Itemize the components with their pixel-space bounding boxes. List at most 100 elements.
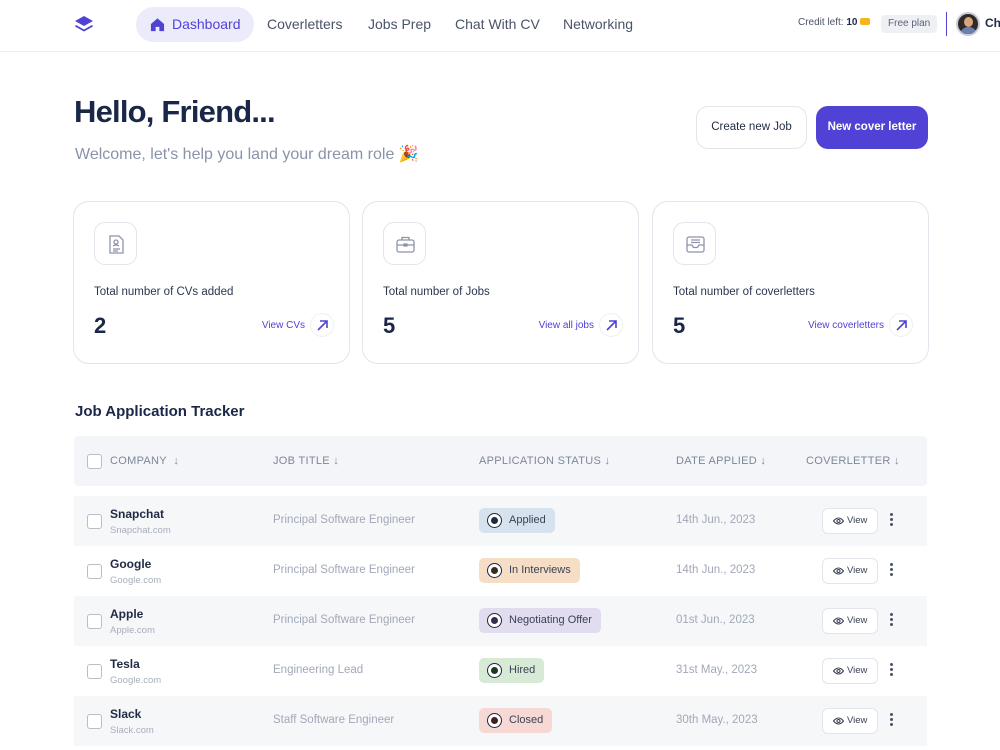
job-title: Principal Software Engineer — [273, 514, 415, 526]
date-applied: 30th May., 2023 — [676, 714, 758, 726]
table-row[interactable]: Google Google.com Principal Software Eng… — [74, 546, 927, 596]
date-applied: 01st Jun., 2023 — [676, 614, 755, 626]
job-title: Principal Software Engineer — [273, 614, 415, 626]
company-name: Google — [110, 557, 152, 571]
status-badge: Hired — [479, 658, 545, 683]
stat-value: 5 — [383, 313, 396, 338]
more-options-icon[interactable] — [886, 661, 896, 681]
table-row[interactable]: Snapchat Snapchat.com Principal Software… — [74, 496, 927, 546]
stat-label: Total number of Jobs — [383, 286, 490, 298]
view-cvs-link[interactable]: View CVs — [262, 320, 305, 331]
status-badge: Closed — [479, 708, 553, 733]
nav-item-chat-with-cv[interactable]: Chat With CV — [455, 7, 540, 42]
more-options-icon[interactable] — [886, 511, 896, 531]
nav-item-networking[interactable]: Networking — [563, 7, 633, 42]
eye-icon — [833, 617, 844, 625]
arrow-up-right-icon[interactable] — [310, 313, 334, 337]
top-navbar: Dashboard Coverletters Jobs Prep Chat Wi… — [0, 0, 1000, 52]
stat-card-jobs: Total number of Jobs 5 View all jobs — [362, 201, 639, 364]
page-title: Hello, Friend... — [74, 94, 276, 129]
credit-value: 10 — [846, 17, 858, 28]
create-new-job-button[interactable]: Create new Job — [696, 106, 807, 149]
section-title: Job Application Tracker — [75, 403, 245, 420]
briefcase-icon — [396, 236, 415, 253]
inbox-icon — [686, 236, 705, 253]
stat-value: 5 — [673, 313, 686, 338]
table-header: COMPANY ↓ JOB TITLE ↓ APPLICATION STATUS… — [74, 436, 927, 486]
stat-card-coverletters: Total number of coverletters 5 View cove… — [652, 201, 929, 364]
nav-item-dashboard[interactable]: Dashboard — [136, 7, 254, 42]
avatar[interactable] — [956, 12, 980, 36]
plan-badge: Free plan — [881, 15, 938, 33]
column-header-company[interactable]: COMPANY ↓ — [110, 455, 179, 467]
stat-card-cvs: Total number of CVs added 2 View CVs — [73, 201, 350, 364]
status-dot-icon — [487, 563, 502, 578]
company-domain: Apple.com — [110, 625, 155, 636]
company-domain: Google.com — [110, 575, 162, 586]
view-coverletter-button[interactable]: View — [822, 508, 878, 534]
view-coverletter-button[interactable]: View — [822, 658, 878, 684]
date-applied: 14th Jun., 2023 — [676, 514, 756, 526]
logo-icon[interactable] — [73, 14, 95, 36]
table-row[interactable]: Tesla Google.com Engineering Lead Hired … — [74, 646, 927, 696]
table-row[interactable]: Slack Slack.com Staff Software Engineer … — [74, 696, 927, 746]
credit-label: Credit left: — [798, 17, 844, 28]
row-checkbox[interactable] — [87, 564, 102, 579]
row-checkbox[interactable] — [87, 614, 102, 629]
column-header-status[interactable]: APPLICATION STATUS ↓ — [479, 455, 610, 467]
status-badge: Applied — [479, 508, 555, 533]
table-row[interactable]: Apple Apple.com Principal Software Engin… — [74, 596, 927, 646]
row-checkbox[interactable] — [87, 514, 102, 529]
divider — [946, 12, 947, 36]
view-coverletter-button[interactable]: View — [822, 558, 878, 584]
date-applied: 14th Jun., 2023 — [676, 564, 756, 576]
company-name: Apple — [110, 607, 144, 621]
new-cover-letter-button[interactable]: New cover letter — [816, 106, 928, 149]
status-dot-icon — [487, 513, 502, 528]
view-coverletters-link[interactable]: View coverletters — [808, 320, 884, 331]
stat-value: 2 — [94, 313, 107, 338]
more-options-icon[interactable] — [886, 561, 896, 581]
user-name[interactable]: Ch — [985, 16, 1000, 30]
page-subtitle: Welcome, let's help you land your dream … — [75, 146, 419, 163]
stat-label: Total number of CVs added — [94, 286, 234, 298]
credit-indicator: Credit left: 10 — [798, 17, 871, 28]
arrow-up-right-icon[interactable] — [889, 313, 913, 337]
company-domain: Snapchat.com — [110, 525, 171, 536]
status-dot-icon — [487, 613, 502, 628]
more-options-icon[interactable] — [886, 711, 896, 731]
nav-item-label: Dashboard — [172, 16, 241, 32]
card-icon-box — [673, 222, 716, 265]
column-header-job-title[interactable]: JOB TITLE ↓ — [273, 455, 339, 467]
eye-icon — [833, 667, 844, 675]
eye-icon — [833, 517, 844, 525]
more-options-icon[interactable] — [886, 611, 896, 631]
job-title: Staff Software Engineer — [273, 714, 395, 726]
card-icon-box — [383, 222, 426, 265]
row-checkbox[interactable] — [87, 714, 102, 729]
job-title: Principal Software Engineer — [273, 564, 415, 576]
column-header-coverletter[interactable]: COVERLETTER ↓ — [806, 455, 900, 467]
coin-icon — [860, 18, 871, 25]
nav-item-jobs-prep[interactable]: Jobs Prep — [368, 7, 431, 42]
status-dot-icon — [487, 663, 502, 678]
stat-label: Total number of coverletters — [673, 286, 815, 298]
select-all-checkbox[interactable] — [87, 454, 102, 469]
view-coverletter-button[interactable]: View — [822, 708, 878, 734]
arrow-up-right-icon[interactable] — [599, 313, 623, 337]
view-all-jobs-link[interactable]: View all jobs — [539, 320, 594, 331]
status-badge: In Interviews — [479, 558, 580, 583]
eye-icon — [833, 567, 844, 575]
home-icon — [150, 18, 165, 32]
nav-item-coverletters[interactable]: Coverletters — [267, 7, 342, 42]
document-icon — [109, 235, 124, 254]
company-name: Snapchat — [110, 507, 165, 521]
company-name: Slack — [110, 707, 142, 721]
view-coverletter-button[interactable]: View — [822, 608, 878, 634]
company-domain: Google.com — [110, 675, 162, 686]
row-checkbox[interactable] — [87, 664, 102, 679]
column-header-date[interactable]: DATE APPLIED ↓ — [676, 455, 766, 467]
eye-icon — [833, 717, 844, 725]
status-badge: Negotiating Offer — [479, 608, 601, 633]
company-domain: Slack.com — [110, 725, 154, 736]
